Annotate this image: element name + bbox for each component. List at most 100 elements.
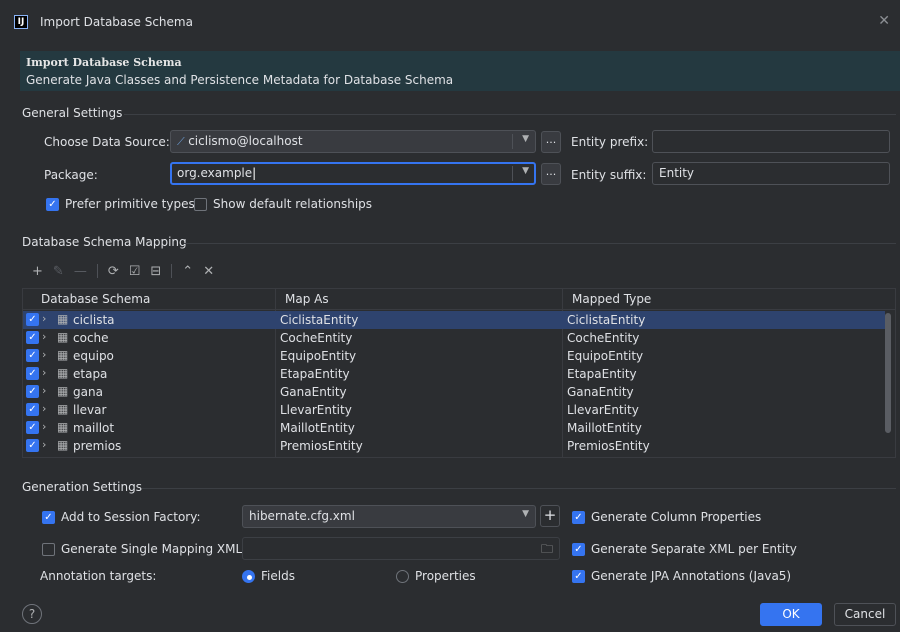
expand-all-icon[interactable]: ⌃ [182, 264, 193, 279]
folder-icon[interactable]: 🗀 [541, 540, 553, 559]
schema-name: coche [73, 331, 109, 345]
package-combo[interactable]: org.example| ▼ [170, 162, 536, 185]
table-row[interactable]: ✓ › ▦ etapa EtapaEntity EtapaEntity [23, 365, 885, 383]
chevron-right-icon[interactable]: › [42, 330, 46, 343]
collapse-all-icon[interactable]: ✕ [203, 264, 214, 279]
annotation-targets-label: Annotation targets: [40, 569, 157, 583]
table-row[interactable]: ✓ › ▦ gana GanaEntity GanaEntity [23, 383, 885, 401]
uncheck-all-icon[interactable]: ⊟ [150, 264, 161, 279]
chevron-right-icon[interactable]: › [42, 366, 46, 379]
session-factory-value: hibernate.cfg.xml [249, 509, 355, 523]
browse-data-source-button[interactable]: ... [541, 131, 561, 153]
generation-settings-title: Generation Settings [22, 480, 142, 494]
checkbox-checked-icon: ✓ [572, 542, 585, 556]
row-checkbox[interactable]: ✓ [26, 439, 39, 452]
row-checkbox[interactable]: ✓ [26, 385, 39, 398]
table-row[interactable]: ✓ › ▦ maillot MaillotEntity MaillotEntity [23, 419, 885, 437]
prefer-primitive-checkbox[interactable]: ✓ Prefer primitive types [46, 197, 195, 211]
map-as-cell[interactable]: MaillotEntity [280, 421, 355, 435]
mapped-type-cell[interactable]: CiclistaEntity [567, 313, 645, 327]
column-header-map-as[interactable]: Map As [285, 292, 329, 306]
table-row[interactable]: ✓ › ▦ equipo EquipoEntity EquipoEntity [23, 347, 885, 365]
schema-name: etapa [73, 367, 108, 381]
window-title: Import Database Schema [40, 15, 193, 29]
map-as-cell[interactable]: GanaEntity [280, 385, 347, 399]
single-mapping-xml-checkbox[interactable]: Generate Single Mapping XML: [42, 542, 246, 556]
general-settings-title: General Settings [22, 106, 123, 120]
row-checkbox[interactable]: ✓ [26, 421, 39, 434]
single-mapping-xml-input[interactable]: 🗀 [242, 537, 560, 560]
chevron-right-icon[interactable]: › [42, 312, 46, 325]
session-factory-combo[interactable]: hibernate.cfg.xml ▼ [242, 505, 536, 528]
properties-label: Properties [415, 569, 476, 583]
row-checkbox[interactable]: ✓ [26, 313, 39, 326]
checkbox-unchecked-icon [42, 542, 55, 556]
column-header-mapped-type[interactable]: Mapped Type [572, 292, 651, 306]
row-checkbox[interactable]: ✓ [26, 403, 39, 416]
mapped-type-cell[interactable]: MaillotEntity [567, 421, 642, 435]
jpa-annotations-checkbox[interactable]: ✓ Generate JPA Annotations (Java5) [572, 569, 791, 583]
help-icon[interactable]: ? [22, 604, 42, 624]
checkbox-checked-icon: ✓ [42, 510, 55, 524]
show-default-relationships-checkbox[interactable]: Show default relationships [194, 197, 372, 211]
data-source-combo[interactable]: ⟋ ciclismo@localhost ▼ [170, 130, 536, 153]
add-session-factory-checkbox[interactable]: ✓ Add to Session Factory: [42, 510, 201, 524]
chevron-right-icon[interactable]: › [42, 438, 46, 451]
show-default-relationships-label: Show default relationships [213, 197, 373, 211]
table-icon: ▦ [57, 366, 69, 380]
chevron-right-icon[interactable]: › [42, 348, 46, 361]
map-as-cell[interactable]: EquipoEntity [280, 349, 356, 363]
table-row[interactable]: ✓ › ▦ llevar LlevarEntity LlevarEntity [23, 401, 885, 419]
combo-separator [512, 166, 513, 181]
ok-button[interactable]: OK [760, 603, 822, 626]
browse-package-button[interactable]: ... [541, 163, 561, 185]
refresh-icon[interactable]: ⟳ [108, 264, 119, 279]
add-icon[interactable]: + [32, 264, 43, 279]
chevron-right-icon[interactable]: › [42, 420, 46, 433]
entity-suffix-label: Entity suffix: [571, 168, 647, 182]
map-as-cell[interactable]: CiclistaEntity [280, 313, 358, 327]
separate-xml-checkbox[interactable]: ✓ Generate Separate XML per Entity [572, 542, 797, 556]
properties-radio[interactable]: Properties [396, 569, 476, 583]
schema-name: gana [73, 385, 103, 399]
chevron-right-icon[interactable]: › [42, 384, 46, 397]
check-all-icon[interactable]: ☑ [129, 264, 141, 279]
column-properties-checkbox[interactable]: ✓ Generate Column Properties [572, 510, 761, 524]
map-as-cell[interactable]: EtapaEntity [280, 367, 350, 381]
mapped-type-cell[interactable]: EtapaEntity [567, 367, 637, 381]
mapped-type-cell[interactable]: CocheEntity [567, 331, 639, 345]
add-session-factory-button[interactable]: + [540, 505, 560, 527]
schema-name: ciclista [73, 313, 115, 327]
mapped-type-cell[interactable]: EquipoEntity [567, 349, 643, 363]
radio-selected-icon [242, 569, 255, 583]
chevron-down-icon: ▼ [522, 166, 529, 176]
row-checkbox[interactable]: ✓ [26, 349, 39, 362]
schema-name: equipo [73, 349, 114, 363]
table-row[interactable]: ✓ › ▦ ciclista CiclistaEntity CiclistaEntity [23, 311, 885, 329]
row-checkbox[interactable]: ✓ [26, 367, 39, 380]
mapped-type-cell[interactable]: PremiosEntity [567, 439, 650, 453]
table-row[interactable]: ✓ › ▦ premios PremiosEntity PremiosEntity [23, 437, 885, 455]
map-as-cell[interactable]: LlevarEntity [280, 403, 352, 417]
close-icon[interactable]: ✕ [878, 13, 890, 29]
schema-mapping-table[interactable]: Database Schema Map As Mapped Type ✓ › ▦ ci… [22, 288, 896, 458]
column-header-schema[interactable]: Database Schema [41, 292, 150, 306]
table-row[interactable]: ✓ › ▦ coche CocheEntity CocheEntity [23, 329, 885, 347]
mapped-type-cell[interactable]: GanaEntity [567, 385, 634, 399]
chevron-right-icon[interactable]: › [42, 402, 46, 415]
table-scrollbar[interactable] [885, 313, 891, 433]
mapped-type-cell[interactable]: LlevarEntity [567, 403, 639, 417]
entity-prefix-input[interactable] [652, 130, 890, 153]
toolbar-separator [171, 264, 173, 278]
entity-suffix-input[interactable]: Entity [652, 162, 890, 185]
checkbox-checked-icon: ✓ [46, 197, 59, 211]
row-checkbox[interactable]: ✓ [26, 331, 39, 344]
fields-radio[interactable]: Fields [242, 569, 295, 583]
edit-icon[interactable]: ✎ [53, 264, 64, 279]
section-divider [142, 488, 896, 489]
cancel-button[interactable]: Cancel [834, 603, 896, 626]
table-icon: ▦ [57, 312, 69, 326]
map-as-cell[interactable]: CocheEntity [280, 331, 352, 345]
map-as-cell[interactable]: PremiosEntity [280, 439, 363, 453]
remove-icon[interactable]: — [74, 264, 87, 279]
